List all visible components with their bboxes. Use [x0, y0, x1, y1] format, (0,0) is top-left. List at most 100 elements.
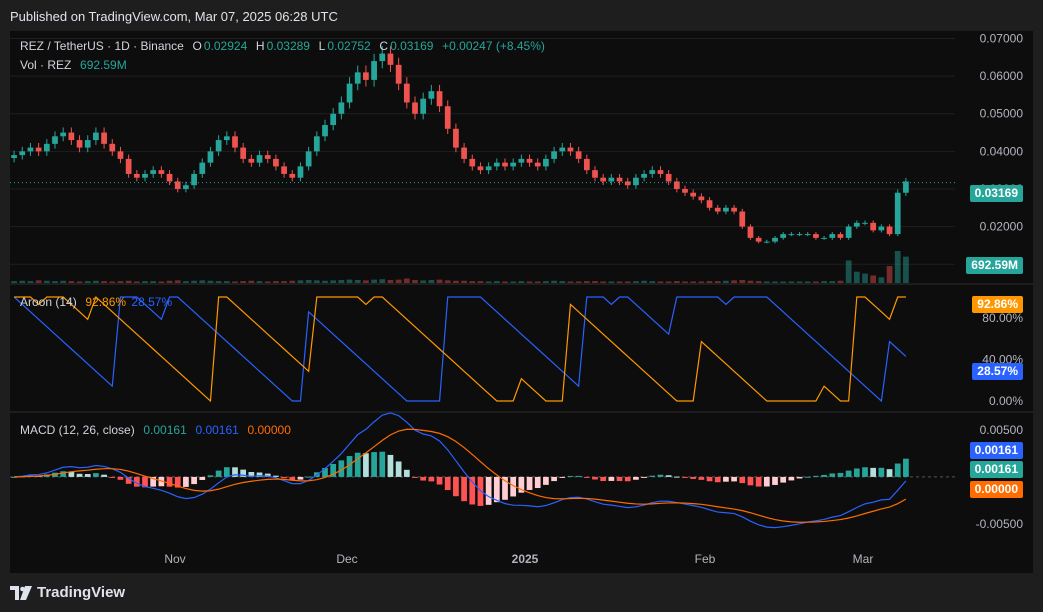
volume-bar — [903, 256, 909, 283]
macd-panel[interactable]: 0.00500 -0.00500 Nov Dec 2025 Feb Mar MACD (12… — [10, 412, 1033, 573]
candle-body — [739, 211, 746, 227]
volume-bar — [43, 280, 50, 283]
volume-bar — [469, 281, 476, 283]
volume-bar — [641, 280, 647, 283]
macd-hist-bar — [354, 452, 361, 477]
macd-hist-bar — [731, 476, 737, 482]
macd-hist-bar — [322, 468, 328, 477]
candle-body — [551, 151, 557, 159]
footer-brand[interactable]: TradingView — [10, 584, 125, 601]
candle-body — [796, 234, 803, 236]
volume-bar — [853, 271, 860, 283]
candle-body — [346, 83, 353, 103]
candle-body — [821, 237, 827, 239]
candle-body — [641, 173, 647, 178]
volume-bar — [19, 280, 26, 283]
macd-hist-bar — [862, 467, 868, 477]
candle-body — [485, 166, 492, 171]
candle-body — [191, 173, 197, 186]
macd-hist-bar — [714, 476, 721, 483]
macd-hist-bar — [444, 476, 451, 491]
candle-body — [84, 140, 91, 148]
x-tick-label: 2025 — [512, 552, 539, 566]
macd-hist-bar — [117, 476, 124, 480]
candle-body — [232, 136, 238, 148]
high-value: 0.03289 — [266, 39, 310, 53]
volume-bar — [616, 281, 623, 283]
volume-bar — [264, 281, 271, 283]
candle-body — [780, 234, 787, 238]
aroon-down-value: 28.57% — [131, 295, 173, 309]
macd-hist-bar — [813, 475, 819, 477]
macd-hist-bar — [845, 470, 852, 477]
macd-hist-bar — [387, 454, 394, 477]
y-tick-label: 0.07000 — [980, 32, 1024, 46]
candle-body — [19, 151, 26, 156]
macd-hist-bar — [93, 473, 99, 477]
volume-bar — [428, 279, 435, 283]
volume-bar — [493, 281, 500, 283]
candle-body — [43, 143, 50, 152]
volume-bar — [183, 281, 189, 283]
aroon-legend: Aroon (14) 92.86% 28.57% — [20, 295, 174, 309]
aroon-panel[interactable]: 80.00% 40.00% 0.00% Aroon (14) 92.86% 28.5… — [10, 285, 1033, 411]
volume-bar — [403, 278, 410, 283]
candle-body — [101, 132, 107, 144]
macd-chart[interactable]: 0.00500 -0.00500 Nov Dec 2025 Feb Mar — [10, 412, 1033, 573]
price-panel[interactable]: 0.070000.060000.050000.040000.030000.020… — [10, 31, 1033, 283]
volume-bar — [330, 280, 337, 283]
candle-body — [11, 155, 17, 159]
macd-hist-bar — [166, 476, 173, 487]
macd-hist-bar — [600, 476, 607, 481]
macd-hist-bar — [739, 476, 746, 484]
candle-body — [166, 173, 173, 182]
candle-body — [543, 158, 549, 167]
volume-bar — [191, 280, 197, 283]
volume-bar — [862, 273, 868, 283]
symbol-label[interactable]: REZ / TetherUS · 1D · Binance — [20, 39, 184, 53]
candle-body — [420, 98, 427, 114]
candle-body — [526, 158, 533, 163]
macd-hist-bar — [903, 458, 909, 477]
macd-hist-bar — [633, 476, 639, 480]
candle-body — [109, 143, 116, 152]
macd-hist-bar — [223, 467, 230, 477]
volume-bar — [35, 280, 42, 283]
candle-body — [281, 166, 287, 174]
candle-body — [772, 237, 778, 242]
volume-bar — [52, 281, 58, 283]
macd-hist-bar — [559, 476, 566, 478]
x-tick-label: Nov — [164, 552, 185, 566]
candle-body — [133, 173, 140, 178]
macd-hist-bar — [567, 475, 574, 477]
volume-bar — [453, 280, 459, 283]
macd-label[interactable]: MACD (12, 26, close) — [20, 423, 135, 437]
candle-body — [592, 170, 598, 178]
candle-body — [289, 173, 296, 178]
candle-body — [788, 234, 795, 236]
volume-bar — [101, 281, 107, 283]
candle-body — [338, 102, 345, 114]
candle-body — [837, 234, 844, 238]
volume-bar — [731, 280, 737, 283]
footer-brand-label: TradingView — [37, 584, 126, 601]
candle-body — [461, 147, 467, 159]
volume-bar — [763, 281, 770, 283]
aroon-label[interactable]: Aroon (14) — [20, 295, 77, 309]
volume-bar — [444, 280, 451, 283]
volume-bar — [829, 281, 836, 283]
macd-hist-bar — [772, 476, 778, 485]
macd-hist-bar — [199, 476, 206, 480]
candle-body — [35, 147, 42, 152]
macd-hist-bar — [665, 475, 672, 477]
candle-body — [428, 91, 435, 99]
volume-bar — [657, 281, 664, 283]
volume-bar — [837, 280, 844, 283]
candle-body — [395, 64, 402, 84]
candle-body — [215, 140, 222, 152]
macd-hist-bar — [76, 473, 83, 477]
volume-bar — [379, 279, 386, 283]
y-tick-label: 0.04000 — [980, 144, 1024, 158]
macd-hist-bar — [363, 453, 369, 477]
price-chart[interactable]: 0.070000.060000.050000.040000.030000.020… — [10, 31, 1033, 283]
